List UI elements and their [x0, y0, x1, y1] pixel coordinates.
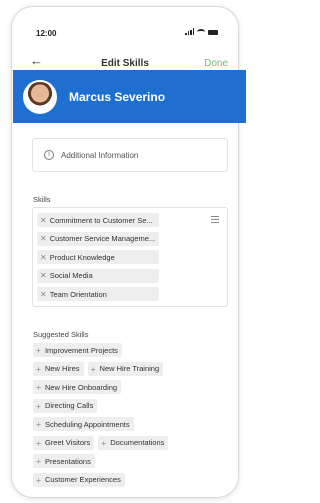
done-button[interactable]: Done — [204, 58, 228, 69]
suggested-skill-label: Greet Visitors — [44, 438, 91, 447]
remove-icon[interactable]: ✕ — [40, 216, 47, 225]
status-icons — [185, 28, 218, 35]
skill-chip[interactable]: ✕ Social Media — [37, 268, 160, 283]
suggested-skill-chip[interactable]: + Documentations — [98, 435, 169, 450]
signal-icon — [185, 28, 194, 35]
avatar — [23, 79, 57, 114]
remove-icon[interactable]: ✕ — [40, 234, 47, 243]
suggested-skill-chip[interactable]: + Directing Calls — [33, 398, 98, 413]
skills-label: Skills — [33, 195, 51, 204]
suggested-skill-label: Presentations — [44, 456, 91, 466]
additional-information-button[interactable]: i Additional Information — [32, 138, 228, 172]
additional-information-label: Additional Information — [61, 150, 139, 160]
suggested-skill-label: Improvement Projects — [44, 345, 118, 355]
suggested-skills-label: Suggested Skills — [33, 330, 89, 339]
skill-chip[interactable]: ✕ Customer Service Manageme... — [37, 231, 160, 246]
status-time: 12:00 — [36, 29, 57, 38]
add-icon: + — [90, 363, 96, 374]
suggested-skill-chip[interactable]: + New Hire Onboarding — [33, 380, 122, 394]
suggested-skill-label: New Hires — [44, 364, 80, 373]
skill-label: Customer Service Manageme... — [49, 234, 156, 243]
battery-icon — [208, 30, 218, 35]
suggested-skill-label: New Hire Onboarding — [44, 382, 118, 392]
add-icon: + — [36, 437, 41, 448]
suggested-skill-chip[interactable]: + Presentations — [33, 454, 95, 468]
suggested-skill-chip[interactable]: + New Hires — [33, 361, 84, 376]
skill-chip[interactable]: ✕ Product Knowledge — [37, 250, 160, 264]
suggested-skill-label: Directing Calls — [44, 401, 94, 410]
skills-list-box: ✕ Commitment to Customer Se... ✕ Customer … — [32, 207, 228, 307]
remove-icon[interactable]: ✕ — [40, 271, 47, 280]
suggested-skill-label: Customer Experiences — [44, 475, 121, 484]
skill-label: Product Knowledge — [49, 252, 115, 262]
skill-chip[interactable]: ✕ Commitment to Customer Se... — [37, 213, 160, 227]
add-icon: + — [36, 474, 41, 485]
suggested-skill-chip[interactable]: + Scheduling Appointments — [33, 417, 134, 431]
suggested-skill-chip[interactable]: + Improvement Projects — [33, 343, 122, 357]
wifi-icon — [197, 29, 205, 35]
add-icon: + — [101, 437, 107, 448]
suggested-skills-list: + Improvement Projects + New Hires + New Hi… — [33, 343, 233, 491]
remove-icon[interactable]: ✕ — [40, 290, 47, 299]
suggested-skill-chip[interactable]: + Greet Visitors — [33, 435, 95, 450]
add-icon: + — [36, 456, 41, 466]
skill-chip[interactable]: ✕ Team Orientation — [37, 287, 160, 301]
reorder-icon[interactable] — [211, 216, 219, 225]
add-icon: + — [36, 363, 41, 374]
add-icon: + — [36, 345, 41, 355]
profile-name: Marcus Severino — [69, 89, 166, 104]
skill-label: Commitment to Customer Se... — [49, 215, 153, 225]
profile-banner: Marcus Severino — [13, 70, 246, 123]
status-bar: 12:00 — [12, 7, 238, 45]
suggested-skill-chip[interactable]: + New Hire Training — [87, 361, 164, 376]
skill-label: Team Orientation — [49, 289, 107, 299]
suggested-skill-label: Scheduling Appointments — [44, 419, 130, 429]
info-icon: i — [44, 150, 54, 160]
suggested-skill-label: Documentations — [110, 438, 165, 447]
remove-icon[interactable]: ✕ — [40, 253, 47, 262]
suggested-skill-label: New Hire Training — [99, 364, 160, 373]
add-icon: + — [36, 400, 41, 411]
suggested-skill-chip[interactable]: + Customer Experiences — [33, 472, 125, 487]
add-icon: + — [36, 419, 41, 429]
add-icon: + — [36, 382, 41, 392]
skill-label: Social Media — [49, 271, 93, 280]
